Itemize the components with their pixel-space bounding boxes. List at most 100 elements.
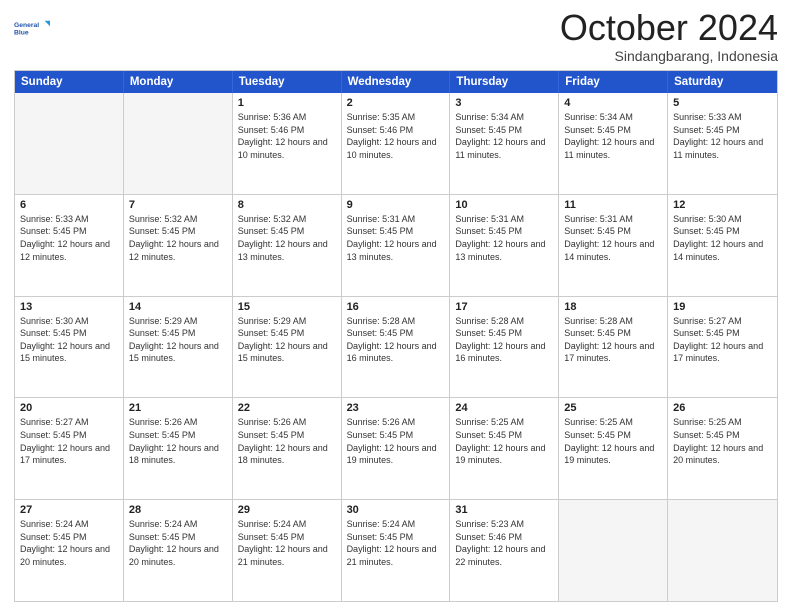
cell-detail: Sunrise: 5:25 AMSunset: 5:45 PMDaylight:… (673, 416, 772, 466)
cell-detail: Sunrise: 5:26 AMSunset: 5:45 PMDaylight:… (238, 416, 336, 466)
weekday-header-sunday: Sunday (15, 71, 124, 93)
day-number: 4 (564, 97, 662, 109)
cell-detail: Sunrise: 5:32 AMSunset: 5:45 PMDaylight:… (238, 213, 336, 263)
day-number: 19 (673, 301, 772, 313)
day-cell-10: 10Sunrise: 5:31 AMSunset: 5:45 PMDayligh… (450, 195, 559, 296)
header-right: October 2024 Sindangbarang, Indonesia (560, 10, 778, 64)
cell-detail: Sunrise: 5:34 AMSunset: 5:45 PMDaylight:… (455, 111, 553, 161)
day-number: 26 (673, 402, 772, 414)
day-number: 11 (564, 199, 662, 211)
cell-detail: Sunrise: 5:31 AMSunset: 5:45 PMDaylight:… (347, 213, 445, 263)
day-number: 27 (20, 504, 118, 516)
cell-detail: Sunrise: 5:24 AMSunset: 5:45 PMDaylight:… (20, 518, 118, 568)
cell-detail: Sunrise: 5:35 AMSunset: 5:46 PMDaylight:… (347, 111, 445, 161)
month-title: October 2024 (560, 10, 778, 46)
cell-detail: Sunrise: 5:27 AMSunset: 5:45 PMDaylight:… (20, 416, 118, 466)
day-number: 16 (347, 301, 445, 313)
day-number: 12 (673, 199, 772, 211)
cell-detail: Sunrise: 5:27 AMSunset: 5:45 PMDaylight:… (673, 315, 772, 365)
calendar-row-3: 13 Sunrise: 5:30 AMSunset: 5:45 PMDayligh… (15, 296, 777, 398)
cell-detail: Sunrise: 5:29 AMSunset: 5:45 PMDaylight:… (238, 315, 336, 365)
day-number: 17 (455, 301, 553, 313)
cell-detail: Sunrise: 5:26 AMSunset: 5:45 PMDaylight:… (129, 416, 227, 466)
day-cell-23: 23Sunrise: 5:26 AMSunset: 5:45 PMDayligh… (342, 398, 451, 499)
page: General Blue October 2024 Sindangbarang,… (0, 0, 792, 612)
day-number: 6 (20, 199, 118, 211)
top-section: General Blue October 2024 Sindangbarang,… (14, 10, 778, 64)
day-number: 15 (238, 301, 336, 313)
day-cell-22: 22 Sunrise: 5:26 AMSunset: 5:45 PMDayligh… (233, 398, 342, 499)
cell-detail: Sunrise: 5:24 AMSunset: 5:45 PMDaylight:… (129, 518, 227, 568)
calendar-header: SundayMondayTuesdayWednesdayThursdayFrid… (15, 71, 777, 93)
day-cell-1: 1Sunrise: 5:36 AMSunset: 5:46 PMDaylight… (233, 93, 342, 194)
day-cell-21: 21Sunrise: 5:26 AMSunset: 5:45 PMDayligh… (124, 398, 233, 499)
day-cell-17: 17 Sunrise: 5:28 AMSunset: 5:45 PMDayligh… (450, 297, 559, 398)
day-number: 5 (673, 97, 772, 109)
svg-text:Blue: Blue (14, 29, 29, 36)
day-cell-29: 29Sunrise: 5:24 AMSunset: 5:45 PMDayligh… (233, 500, 342, 601)
calendar-row-2: 6 Sunrise: 5:33 AMSunset: 5:45 PMDaylight… (15, 194, 777, 296)
day-number: 3 (455, 97, 553, 109)
day-number: 31 (455, 504, 553, 516)
day-cell-25: 25 Sunrise: 5:25 AMSunset: 5:45 PMDayligh… (559, 398, 668, 499)
day-cell-3: 3 Sunrise: 5:34 AMSunset: 5:45 PMDaylight… (450, 93, 559, 194)
cell-detail: Sunrise: 5:28 AMSunset: 5:45 PMDaylight:… (564, 315, 662, 365)
weekday-header-friday: Friday (559, 71, 668, 93)
cell-detail: Sunrise: 5:26 AMSunset: 5:45 PMDaylight:… (347, 416, 445, 466)
day-number: 20 (20, 402, 118, 414)
day-cell-26: 26 Sunrise: 5:25 AMSunset: 5:45 PMDayligh… (668, 398, 777, 499)
svg-text:General: General (14, 22, 39, 29)
day-cell-15: 15 Sunrise: 5:29 AMSunset: 5:45 PMDayligh… (233, 297, 342, 398)
cell-detail: Sunrise: 5:23 AMSunset: 5:46 PMDaylight:… (455, 518, 553, 568)
day-number: 28 (129, 504, 227, 516)
weekday-header-saturday: Saturday (668, 71, 777, 93)
cell-detail: Sunrise: 5:33 AMSunset: 5:45 PMDaylight:… (20, 213, 118, 263)
day-cell-12: 12 Sunrise: 5:30 AMSunset: 5:45 PMDayligh… (668, 195, 777, 296)
day-cell-27: 27 Sunrise: 5:24 AMSunset: 5:45 PMDayligh… (15, 500, 124, 601)
day-number: 13 (20, 301, 118, 313)
day-cell-28: 28 Sunrise: 5:24 AMSunset: 5:45 PMDayligh… (124, 500, 233, 601)
calendar-body: 1Sunrise: 5:36 AMSunset: 5:46 PMDaylight… (15, 93, 777, 601)
day-number: 22 (238, 402, 336, 414)
cell-detail: Sunrise: 5:32 AMSunset: 5:45 PMDaylight:… (129, 213, 227, 263)
day-cell-8: 8 Sunrise: 5:32 AMSunset: 5:45 PMDaylight… (233, 195, 342, 296)
day-cell-9: 9 Sunrise: 5:31 AMSunset: 5:45 PMDaylight… (342, 195, 451, 296)
cell-detail: Sunrise: 5:30 AMSunset: 5:45 PMDaylight:… (20, 315, 118, 365)
day-number: 7 (129, 199, 227, 211)
location: Sindangbarang, Indonesia (560, 48, 778, 64)
day-number: 30 (347, 504, 445, 516)
day-number: 2 (347, 97, 445, 109)
day-cell-19: 19 Sunrise: 5:27 AMSunset: 5:45 PMDayligh… (668, 297, 777, 398)
day-cell-30: 30Sunrise: 5:24 AMSunset: 5:45 PMDayligh… (342, 500, 451, 601)
day-cell-18: 18 Sunrise: 5:28 AMSunset: 5:45 PMDayligh… (559, 297, 668, 398)
day-cell-4: 4Sunrise: 5:34 AMSunset: 5:45 PMDaylight… (559, 93, 668, 194)
empty-cell (668, 500, 777, 601)
weekday-header-thursday: Thursday (450, 71, 559, 93)
cell-detail: Sunrise: 5:31 AMSunset: 5:45 PMDaylight:… (564, 213, 662, 263)
cell-detail: Sunrise: 5:28 AMSunset: 5:45 PMDaylight:… (455, 315, 553, 365)
day-number: 8 (238, 199, 336, 211)
day-number: 9 (347, 199, 445, 211)
day-number: 14 (129, 301, 227, 313)
empty-cell (559, 500, 668, 601)
cell-detail: Sunrise: 5:25 AMSunset: 5:45 PMDaylight:… (455, 416, 553, 466)
cell-detail: Sunrise: 5:25 AMSunset: 5:45 PMDaylight:… (564, 416, 662, 466)
cell-detail: Sunrise: 5:29 AMSunset: 5:45 PMDaylight:… (129, 315, 227, 365)
day-cell-11: 11 Sunrise: 5:31 AMSunset: 5:45 PMDayligh… (559, 195, 668, 296)
weekday-header-wednesday: Wednesday (342, 71, 451, 93)
calendar-row-1: 1Sunrise: 5:36 AMSunset: 5:46 PMDaylight… (15, 93, 777, 194)
cell-detail: Sunrise: 5:30 AMSunset: 5:45 PMDaylight:… (673, 213, 772, 263)
calendar: SundayMondayTuesdayWednesdayThursdayFrid… (14, 70, 778, 602)
day-number: 24 (455, 402, 553, 414)
calendar-row-4: 20 Sunrise: 5:27 AMSunset: 5:45 PMDayligh… (15, 397, 777, 499)
day-number: 10 (455, 199, 553, 211)
day-number: 18 (564, 301, 662, 313)
empty-cell (124, 93, 233, 194)
empty-cell (15, 93, 124, 194)
weekday-header-tuesday: Tuesday (233, 71, 342, 93)
day-number: 25 (564, 402, 662, 414)
day-cell-2: 2 Sunrise: 5:35 AMSunset: 5:46 PMDaylight… (342, 93, 451, 194)
day-cell-14: 14 Sunrise: 5:29 AMSunset: 5:45 PMDayligh… (124, 297, 233, 398)
day-number: 29 (238, 504, 336, 516)
weekday-header-monday: Monday (124, 71, 233, 93)
